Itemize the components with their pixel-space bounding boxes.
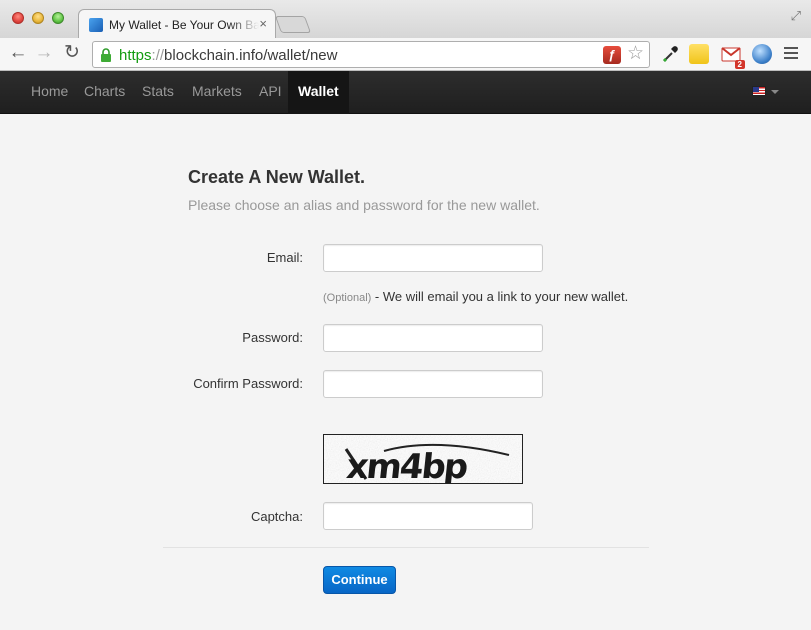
email-label: Email: bbox=[266, 250, 303, 265]
page-content: Create A New Wallet. Please choose an al… bbox=[0, 115, 811, 630]
language-caret-icon[interactable] bbox=[771, 90, 779, 94]
confirm-password-label: Confirm Password: bbox=[193, 376, 303, 391]
tab-close-icon[interactable]: × bbox=[259, 16, 267, 31]
browser-toolbar: ← → ↻ https://blockchain.info/wallet/new… bbox=[0, 38, 811, 71]
window-zoom-button[interactable] bbox=[52, 12, 64, 24]
menu-icon[interactable] bbox=[784, 47, 798, 62]
email-help-text: (Optional) - We will email you a link to… bbox=[323, 289, 628, 304]
browser-titlebar: My Wallet - Be Your Own Bank × ⤢ bbox=[0, 0, 811, 39]
us-flag-icon[interactable] bbox=[752, 86, 766, 96]
captcha-text: xm4bp bbox=[345, 447, 469, 484]
captcha-field[interactable] bbox=[323, 502, 533, 530]
nav-home[interactable]: Home bbox=[31, 71, 68, 114]
window-close-button[interactable] bbox=[12, 12, 24, 24]
password-field[interactable] bbox=[323, 324, 543, 352]
password-label: Password: bbox=[242, 330, 303, 345]
tab-title: My Wallet - Be Your Own Bank bbox=[109, 18, 259, 32]
site-navbar: Home Charts Stats Markets API Wallet bbox=[0, 71, 811, 114]
optional-tag: (Optional) bbox=[323, 292, 372, 304]
url-text[interactable]: https://blockchain.info/wallet/new bbox=[119, 47, 337, 64]
email-field[interactable] bbox=[323, 244, 543, 272]
confirm-password-field[interactable] bbox=[323, 370, 543, 398]
form-divider bbox=[163, 547, 649, 548]
page-subtitle: Please choose an alias and password for … bbox=[188, 197, 540, 213]
globe-icon[interactable] bbox=[752, 44, 772, 64]
continue-button[interactable]: Continue bbox=[323, 566, 396, 594]
forward-arrow-icon[interactable]: → bbox=[32, 42, 56, 66]
url-separator: :// bbox=[151, 47, 165, 64]
url-scheme: https bbox=[119, 47, 152, 64]
back-arrow-icon[interactable]: ← bbox=[6, 42, 30, 66]
mail-count-badge: 2 bbox=[734, 60, 745, 69]
reload-icon[interactable]: ↻ bbox=[60, 42, 84, 66]
nav-markets[interactable]: Markets bbox=[192, 71, 242, 114]
nav-wallet[interactable]: Wallet bbox=[288, 71, 349, 114]
nav-charts[interactable]: Charts bbox=[84, 71, 125, 114]
browser-tab[interactable]: My Wallet - Be Your Own Bank × bbox=[78, 9, 276, 39]
lock-icon bbox=[101, 48, 111, 62]
captcha-label: Captcha: bbox=[250, 509, 303, 524]
window-minimize-button[interactable] bbox=[32, 12, 44, 24]
fullscreen-icon[interactable]: ⤢ bbox=[791, 8, 801, 24]
extension-yellow-icon[interactable] bbox=[689, 44, 709, 64]
eyedropper-icon[interactable] bbox=[660, 44, 680, 64]
flash-plugin-icon[interactable]: ƒ bbox=[603, 46, 621, 64]
new-tab-button[interactable] bbox=[274, 16, 312, 33]
page-title: Create A New Wallet. bbox=[188, 167, 366, 187]
url-path: blockchain.info/wallet/new bbox=[164, 47, 338, 64]
gmail-icon[interactable]: 2 bbox=[721, 44, 745, 69]
nav-stats[interactable]: Stats bbox=[142, 71, 174, 114]
captcha-image: xm4bp bbox=[323, 434, 523, 484]
address-bar[interactable]: https://blockchain.info/wallet/new ƒ ☆ bbox=[92, 41, 650, 68]
bookmark-star-icon[interactable]: ☆ bbox=[627, 44, 644, 64]
nav-api[interactable]: API bbox=[259, 71, 282, 114]
blockchain-favicon-icon bbox=[89, 18, 103, 32]
email-help-message: - We will email you a link to your new w… bbox=[371, 289, 629, 304]
